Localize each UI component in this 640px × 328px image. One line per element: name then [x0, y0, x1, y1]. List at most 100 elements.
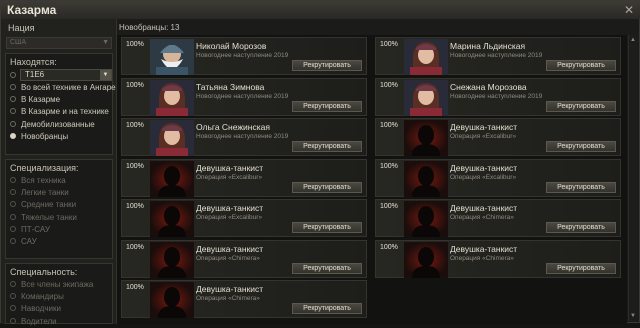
recruit-source: Новогоднее наступление 2019: [196, 133, 289, 140]
chevron-down-icon: ▼: [102, 39, 109, 46]
recruit-percent: 100%: [380, 203, 398, 210]
radio-option[interactable]: Легкие танки: [10, 188, 69, 199]
recruit-name: Девушка-танкист: [196, 284, 264, 294]
tank-value: T1E6: [25, 70, 45, 79]
recruit-portrait: [150, 201, 194, 237]
radio-icon: [10, 238, 16, 244]
radio-icon: [10, 120, 16, 127]
recruit-button[interactable]: Рекрутировать: [292, 181, 362, 193]
recruit-card: 100% Девушка-танкист Операция «Chimera» Рек…: [121, 280, 367, 318]
radio-option[interactable]: Новобранцы: [10, 132, 68, 143]
recruit-portrait: [150, 282, 194, 318]
recruit-card: 100% Девушка-танкист Операция «Excalibur» Р…: [121, 199, 367, 237]
recruit-button[interactable]: Рекрутировать: [292, 262, 362, 274]
radio-option[interactable]: Средние танки: [10, 200, 76, 211]
recruit-grid: 100% Николай Морозов Новогоднее наступлени…: [117, 35, 627, 324]
radio-label: Во всей технике в Ангаре: [21, 83, 116, 92]
recruit-source: Операция «Excalibur»: [196, 214, 263, 221]
filter-sidebar: Нация США ▼ Находятся: T1E6 ▼ Во всей те…: [1, 19, 117, 326]
specialization-label: Специализация:: [10, 163, 79, 173]
recruit-button[interactable]: Рекрутировать: [292, 303, 362, 314]
recruit-button[interactable]: Рекрутировать: [546, 60, 616, 71]
recruit-portrait: [404, 241, 448, 278]
recruit-name: Девушка-танкист: [450, 162, 518, 173]
tank-select[interactable]: T1E6 ▼: [20, 69, 112, 81]
radio-option[interactable]: Тяжелые танки: [10, 213, 77, 224]
recruit-percent: 100%: [380, 122, 398, 129]
recruit-button[interactable]: Рекрутировать: [546, 181, 616, 193]
recruit-button[interactable]: Рекрутировать: [546, 141, 616, 152]
radio-label: Средние танки: [21, 200, 77, 210]
recruit-card: 100% Девушка-танкист Операция «Excalibur» Р…: [375, 118, 621, 156]
recruit-name: Ольга Снежинская: [196, 122, 270, 132]
radio-label: Все члены экипажа: [21, 280, 94, 289]
radio-icon: [10, 96, 16, 103]
location-panel: Находятся: T1E6 ▼ Во всей технике в Анга…: [5, 53, 116, 155]
radio-option[interactable]: В Казарме и на технике: [10, 107, 109, 118]
recruit-portrait: [150, 79, 194, 116]
recruit-button[interactable]: Рекрутировать: [546, 222, 616, 233]
recruit-button[interactable]: Рекрутировать: [292, 222, 362, 233]
radio-label: Новобранцы: [21, 131, 69, 141]
radio-label: Тяжелые танки: [21, 212, 77, 222]
radio-option[interactable]: Наводчики: [10, 304, 61, 315]
radio-label: Командиры: [21, 292, 64, 302]
recruit-source: Новогоднее наступление 2019: [196, 92, 289, 100]
close-icon[interactable]: ✕: [622, 3, 636, 17]
radio-option[interactable]: САУ: [10, 237, 37, 248]
recruit-name: Девушка-танкист: [450, 203, 518, 213]
recruit-name: Марина Льдинская: [450, 41, 526, 51]
recruit-button[interactable]: Рекрутировать: [292, 60, 362, 71]
recruit-count: Новобранцы: 13: [119, 23, 180, 32]
radio-option[interactable]: Командиры: [10, 292, 64, 303]
radio-icon: [10, 225, 16, 232]
recruit-source: Новогоднее наступление 2019: [196, 52, 289, 59]
recruit-card: 100% Девушка-танкист Операция «Chimera» Рек…: [375, 199, 621, 237]
radio-icon: [10, 72, 16, 78]
radio-option[interactable]: Демобилизованные: [10, 120, 95, 131]
recruit-card: 100% Снежана Морозова Новогоднее наступлен…: [375, 77, 621, 116]
recruit-source: Новогоднее наступление 2019: [450, 92, 543, 100]
radio-icon: [10, 177, 16, 183]
scrollbar[interactable]: ▲ ▼: [628, 35, 638, 321]
recruit-button[interactable]: Рекрутировать: [546, 262, 616, 274]
radio-option[interactable]: Все члены экипажа: [10, 280, 93, 291]
radio-icon: [10, 293, 16, 300]
recruit-button[interactable]: Рекрутировать: [546, 100, 616, 112]
recruit-source: Операция «Excalibur»: [450, 173, 517, 181]
radio-label: Легкие танки: [21, 188, 69, 198]
scroll-down-icon[interactable]: ▼: [630, 313, 636, 319]
recruit-portrait: [150, 120, 194, 156]
radio-option[interactable]: В Казарме: [10, 95, 60, 106]
radio-icon: [10, 189, 16, 196]
recruit-source: Операция «Chimera»: [450, 254, 514, 262]
radio-option[interactable]: Водители: [10, 317, 57, 328]
radio-icon: [10, 281, 16, 287]
nation-select[interactable]: США ▼: [6, 37, 112, 49]
role-label: Специальность:: [10, 267, 78, 277]
radio-option[interactable]: Во всей технике в Ангаре: [10, 83, 116, 94]
recruit-percent: 100%: [380, 81, 398, 89]
recruit-percent: 100%: [380, 162, 398, 170]
recruit-name: Девушка-танкист: [450, 243, 518, 254]
radio-icon: [10, 84, 16, 90]
recruit-source: Операция «Chimera»: [196, 254, 260, 262]
recruit-percent: 100%: [126, 203, 144, 210]
scroll-up-icon[interactable]: ▲: [630, 37, 636, 43]
radio-icon: [10, 108, 16, 115]
recruit-button[interactable]: Рекрутировать: [292, 141, 362, 152]
recruit-name: Снежана Морозова: [450, 81, 527, 92]
radio-option[interactable]: ПТ-САУ: [10, 225, 50, 236]
radio-label: ПТ-САУ: [21, 224, 50, 234]
recruit-name: Татьяна Зимнова: [196, 81, 265, 92]
recruit-name: Николай Морозов: [196, 41, 267, 51]
recruit-percent: 100%: [126, 81, 144, 89]
radio-option[interactable]: Вся техника: [10, 176, 66, 187]
chevron-down-icon: ▼: [100, 70, 111, 80]
recruit-name: Девушка-танкист: [196, 203, 264, 213]
recruit-card: 100% Николай Морозов Новогоднее наступлени…: [121, 37, 367, 75]
recruit-button[interactable]: Рекрутировать: [292, 100, 362, 112]
radio-label: Водители: [21, 316, 57, 326]
radio-label: В Казарме: [21, 95, 61, 105]
recruit-card: 100% Девушка-танкист Операция «Excalibur» Р…: [121, 158, 367, 197]
